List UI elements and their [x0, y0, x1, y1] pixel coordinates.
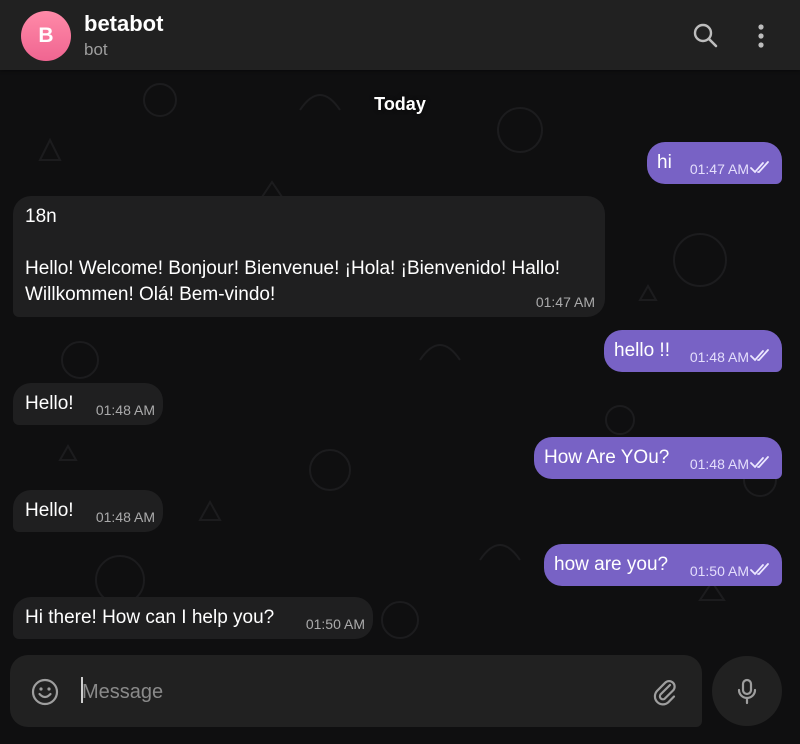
chat-subtitle: bot: [84, 40, 108, 59]
emoji-button[interactable]: [30, 677, 60, 707]
message-text: hello !!: [614, 340, 670, 361]
double-check-icon: [750, 563, 772, 582]
message-incoming[interactable]: Hello! 01:48 AM: [13, 490, 163, 532]
double-check-icon: [750, 349, 772, 368]
double-check-icon: [750, 456, 772, 475]
date-separator: Today: [0, 94, 800, 115]
message-text: hi: [657, 152, 672, 173]
emoji-icon: [31, 678, 59, 706]
attach-button[interactable]: [650, 677, 680, 707]
message-time: 01:47 AM: [689, 161, 749, 177]
message-text: how are you?: [554, 554, 669, 575]
chat-title[interactable]: betabot: [84, 11, 163, 37]
message-incoming[interactable]: Hello! 01:48 AM: [13, 383, 163, 425]
voice-record-button[interactable]: [712, 656, 782, 726]
message-time: 01:50 AM: [305, 616, 365, 632]
paperclip-icon: [653, 680, 676, 706]
message-text: Hello!: [25, 500, 74, 521]
search-button[interactable]: [688, 18, 722, 52]
more-menu-button[interactable]: [744, 18, 778, 52]
more-vertical-icon: [758, 24, 764, 48]
message-time: 01:50 AM: [689, 563, 749, 579]
message-text: Hi there! How can I help you?: [25, 607, 275, 628]
search-icon: [693, 23, 718, 48]
message-text: How Are YOu?: [544, 447, 670, 468]
message-composer: [10, 655, 702, 727]
message-outgoing[interactable]: how are you? 01:50 AM: [544, 544, 782, 586]
message-input[interactable]: [80, 675, 644, 709]
message-time: 01:48 AM: [689, 456, 749, 472]
message-time: 01:48 AM: [95, 402, 155, 418]
message-incoming[interactable]: Hi there! How can I help you? 01:50 AM: [13, 597, 373, 639]
message-text: Hello!: [25, 393, 74, 414]
double-check-icon: [750, 161, 772, 180]
message-incoming[interactable]: 18n Hello! Welcome! Bonjour! Bienvenue! …: [13, 196, 605, 317]
message-time: 01:47 AM: [535, 294, 595, 310]
message-text: 18n Hello! Welcome! Bonjour! Bienvenue! …: [25, 206, 561, 305]
message-time: 01:48 AM: [95, 509, 155, 525]
message-outgoing[interactable]: hi 01:47 AM: [647, 142, 782, 184]
chat-header: B betabot bot: [0, 0, 800, 70]
date-separator-label: Today: [374, 94, 426, 114]
text-caret: [81, 677, 83, 703]
microphone-icon: [737, 678, 757, 705]
avatar[interactable]: B: [21, 11, 71, 61]
message-outgoing[interactable]: hello !! 01:48 AM: [604, 330, 782, 372]
message-time: 01:48 AM: [689, 349, 749, 365]
message-outgoing[interactable]: How Are YOu? 01:48 AM: [534, 437, 782, 479]
